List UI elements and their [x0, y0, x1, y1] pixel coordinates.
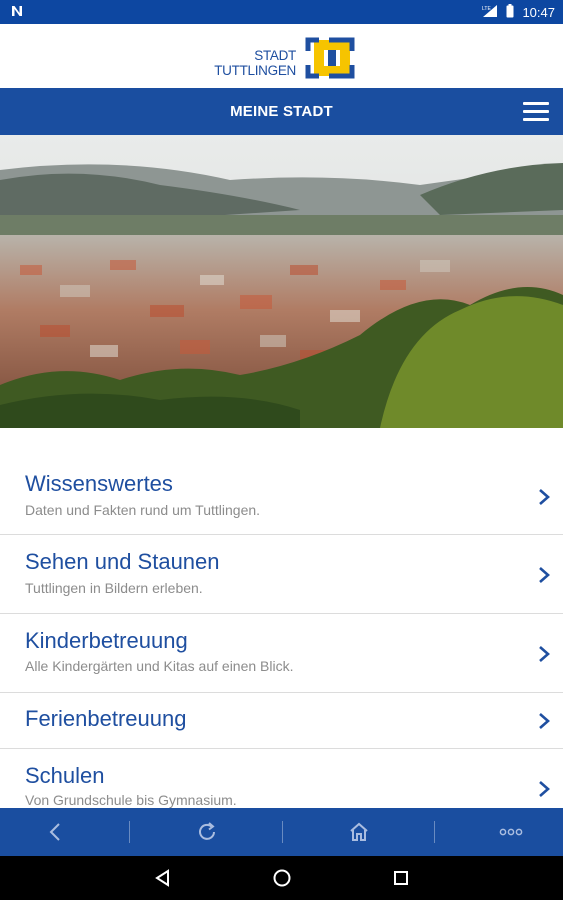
item-title: Wissenswertes: [25, 471, 173, 496]
battery-icon: [506, 4, 514, 21]
chevron-right-icon: [539, 489, 550, 505]
home-icon[interactable]: [289, 808, 429, 856]
recents-square-icon[interactable]: [386, 864, 416, 892]
n-icon: [10, 4, 24, 21]
refresh-icon[interactable]: [137, 808, 277, 856]
page-title: MEINE STADT: [230, 103, 333, 120]
svg-text:LTE: LTE: [482, 6, 491, 12]
status-bar: LTE 10:47: [0, 0, 563, 24]
tuttlingen-logo-icon: [305, 37, 355, 79]
logo-line-2: TUTTLINGEN: [214, 63, 296, 78]
city-panorama-image: [0, 135, 563, 428]
chevron-right-icon: [539, 646, 550, 662]
toolbar-divider: [282, 821, 283, 843]
chevron-right-icon: [539, 781, 550, 797]
back-triangle-icon[interactable]: [148, 864, 178, 892]
item-title: Kinderbetreuung: [25, 628, 188, 653]
hamburger-icon[interactable]: [521, 98, 551, 126]
android-navigation-bar: [0, 856, 563, 900]
status-time: 10:47: [522, 5, 555, 20]
list-item-sehen-und-staunen[interactable]: Sehen und Staunen Tuttlingen in Bildern …: [0, 535, 563, 613]
logo-text: STADT TUTTLINGEN: [208, 48, 296, 78]
item-subtitle: Tuttlingen in Bildern erleben.: [25, 580, 203, 596]
list-item-ferienbetreuung[interactable]: Ferienbetreuung: [0, 693, 563, 748]
item-title: Schulen: [25, 763, 105, 788]
home-circle-icon[interactable]: [267, 864, 297, 892]
hero-city-image: [0, 135, 563, 428]
nav-bar: MEINE STADT: [0, 88, 563, 135]
chevron-right-icon: [539, 567, 550, 583]
list-item-kinderbetreuung[interactable]: Kinderbetreuung Alle Kindergärten und Ki…: [0, 614, 563, 692]
item-subtitle: Daten und Fakten rund um Tuttlingen.: [25, 502, 261, 518]
item-subtitle: Von Grundschule bis Gymnasium.: [25, 792, 237, 808]
logo-line-1: STADT: [254, 48, 296, 63]
more-icon[interactable]: [441, 808, 563, 856]
list-item-wissenswertes[interactable]: Wissenswertes Daten und Fakten rund um T…: [0, 458, 563, 535]
signal-icon: LTE: [482, 4, 498, 21]
logo-header: STADT TUTTLINGEN: [0, 24, 563, 88]
item-title: Sehen und Staunen: [25, 549, 220, 574]
item-subtitle: Alle Kindergärten und Kitas auf einen Bl…: [25, 658, 294, 674]
back-icon[interactable]: [0, 808, 125, 856]
toolbar-divider: [129, 821, 130, 843]
status-icons: LTE 10:47: [482, 4, 555, 21]
bottom-toolbar: [0, 808, 563, 856]
list-item-schulen[interactable]: Schulen Von Grundschule bis Gymnasium.: [0, 749, 563, 808]
item-title: Ferienbetreuung: [25, 706, 187, 731]
toolbar-divider: [434, 821, 435, 843]
chevron-right-icon: [539, 713, 550, 729]
